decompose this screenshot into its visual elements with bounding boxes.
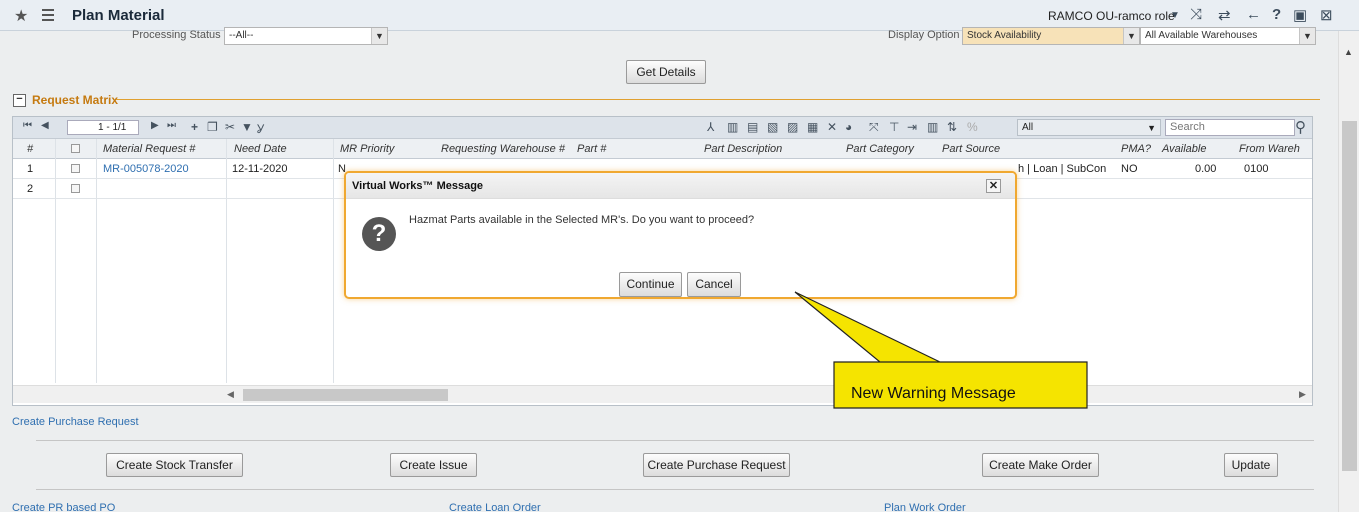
callout-label: New Warning Message	[851, 385, 1016, 402]
callout-pointer	[794, 291, 1088, 409]
